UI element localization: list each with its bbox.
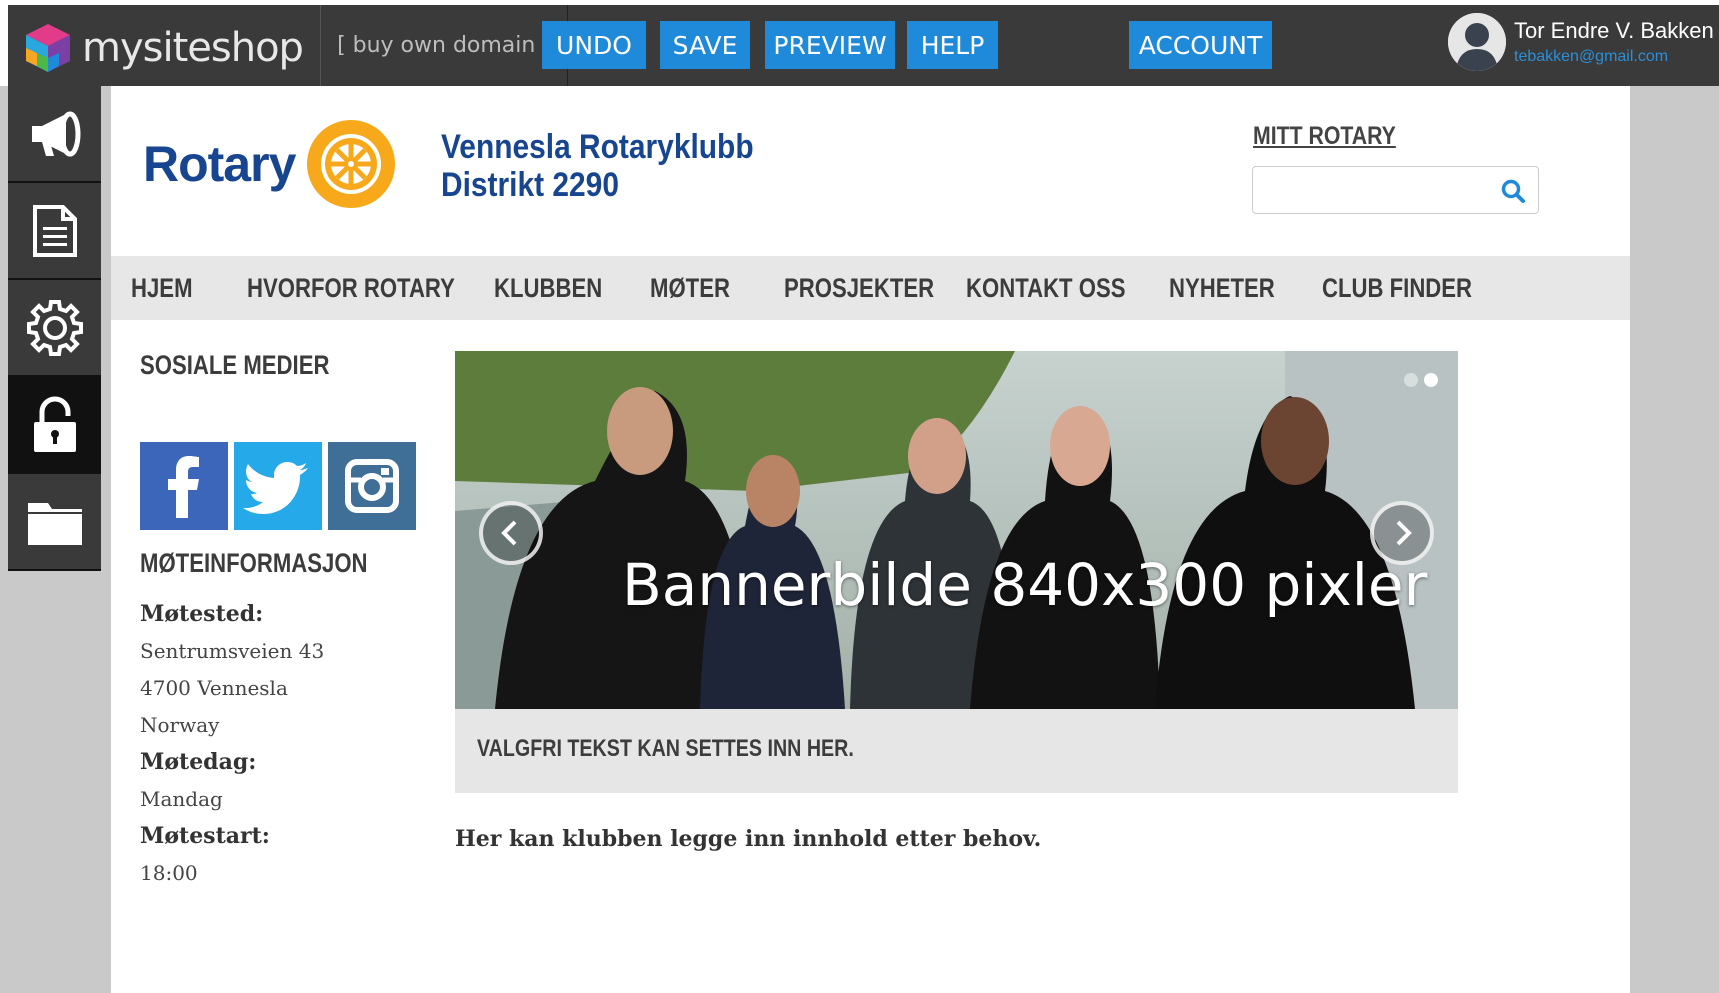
lock-icon	[33, 396, 76, 452]
meeting-country: Norway	[140, 713, 220, 737]
editor-sidebar	[8, 86, 101, 571]
document-icon	[32, 204, 77, 257]
social-media-heading: SOSIALE MEDIER	[140, 350, 330, 380]
site-preview: Rotary Vennesla Rotaryklubb Distrikt 229…	[111, 86, 1630, 993]
user-silhouette-icon	[1448, 13, 1506, 71]
editor-toolbar: mysiteshop [ buy own domain ] UNDO SAVE …	[0, 0, 1719, 86]
nav-item-hvorfor-rotary[interactable]: HVORFOR ROTARY	[247, 256, 455, 320]
rotary-logo[interactable]: Rotary	[143, 116, 399, 212]
sidebar-item-announcements[interactable]	[8, 86, 101, 183]
user-profile[interactable]: Tor Endre V. Bakken tebakken@gmail.com	[1448, 13, 1714, 71]
nav-item-club-finder[interactable]: CLUB FINDER	[1322, 256, 1472, 320]
rotary-wordmark: Rotary	[143, 136, 296, 192]
nav-item-moter[interactable]: MØTER	[650, 256, 730, 320]
twitter-icon	[243, 462, 308, 514]
facebook-button[interactable]	[140, 442, 228, 530]
nav-item-prosjekter[interactable]: PROSJEKTER	[784, 256, 934, 320]
meeting-address-line2: 4700 Vennesla	[140, 676, 288, 700]
meeting-start-time: 18:00	[140, 861, 198, 885]
instagram-icon	[345, 459, 399, 513]
sidebar-item-pages[interactable]	[8, 183, 101, 280]
search-input[interactable]	[1263, 167, 1493, 211]
nav-item-kontakt-oss[interactable]: KONTAKT OSS	[966, 256, 1125, 320]
banner-image	[455, 351, 1458, 709]
banner-dot-2[interactable]	[1424, 373, 1438, 387]
main-body-text: Her kan klubben legge inn innhold etter …	[455, 826, 1042, 852]
mitt-rotary-link[interactable]: MITT ROTARY	[1253, 122, 1396, 151]
search-box	[1252, 166, 1539, 214]
banner-prev-button[interactable]	[479, 501, 543, 565]
nav-item-klubben[interactable]: KLUBBEN	[494, 256, 602, 320]
sidebar-item-files[interactable]	[8, 474, 101, 571]
main-navigation: HJEM HVORFOR ROTARY KLUBBEN MØTER PROSJE…	[111, 256, 1630, 320]
user-name: Tor Endre V. Bakken	[1514, 18, 1714, 43]
meeting-info: Møtested: Sentrumsveien 43 4700 Vennesla…	[140, 596, 324, 892]
club-name-line2: Distrikt 2290	[441, 166, 619, 204]
banner-optional-text: VALGFRI TEKST KAN SETTES INN HER.	[477, 735, 854, 762]
chevron-right-icon	[1396, 520, 1412, 546]
meeting-start-label: Møtestart:	[140, 823, 270, 849]
avatar	[1448, 13, 1506, 71]
social-links	[140, 442, 416, 530]
undo-button[interactable]: UNDO	[542, 21, 646, 69]
meeting-info-heading: MØTEINFORMASJON	[140, 548, 368, 578]
account-button[interactable]: ACCOUNT	[1129, 21, 1272, 69]
cube-logo-icon	[26, 24, 70, 72]
twitter-button[interactable]	[234, 442, 322, 530]
instagram-button[interactable]	[328, 442, 416, 530]
banner-caption: Bannerbilde 840x300 pixler	[622, 551, 1428, 619]
meeting-place-label: Møtested:	[140, 601, 264, 627]
sidebar-item-security[interactable]	[8, 377, 101, 474]
nav-item-hjem[interactable]: HJEM	[131, 256, 193, 320]
buy-domain-link[interactable]: [ buy own domain ]	[320, 5, 568, 86]
nav-item-nyheter[interactable]: NYHETER	[1169, 256, 1275, 320]
chevron-left-icon	[501, 520, 517, 546]
rotary-wheel-icon	[307, 120, 396, 208]
banner-slider[interactable]: Bannerbilde 840x300 pixler	[455, 351, 1458, 709]
meeting-address-line1: Sentrumsveien 43	[140, 639, 325, 663]
user-email: tebakken@gmail.com	[1514, 48, 1669, 65]
brand-name: mysiteshop	[82, 25, 304, 71]
banner-next-button[interactable]	[1370, 501, 1434, 565]
meeting-day: Mandag	[140, 787, 223, 811]
club-name: Vennesla Rotaryklubb Distrikt 2290	[441, 128, 754, 204]
mysiteshop-logo[interactable]: mysiteshop	[20, 19, 304, 77]
banner-pagination	[1404, 373, 1438, 387]
club-name-line1: Vennesla Rotaryklubb	[441, 128, 754, 166]
sidebar-item-settings[interactable]	[8, 280, 101, 377]
meeting-day-label: Møtedag:	[140, 749, 257, 775]
preview-button[interactable]: PREVIEW	[765, 21, 895, 69]
save-button[interactable]: SAVE	[660, 21, 750, 69]
banner-dot-1[interactable]	[1404, 373, 1418, 387]
megaphone-icon	[31, 111, 80, 156]
banner-optional-text-box: VALGFRI TEKST KAN SETTES INN HER.	[455, 709, 1458, 793]
gear-icon	[26, 299, 83, 356]
facebook-icon	[168, 456, 199, 518]
search-icon[interactable]	[1500, 178, 1526, 209]
folder-icon	[27, 502, 82, 545]
help-button[interactable]: HELP	[907, 21, 998, 69]
